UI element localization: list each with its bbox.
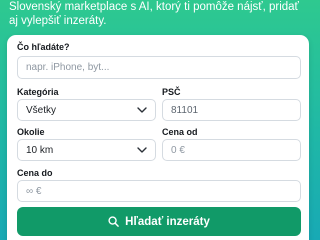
tagline: Slovenský marketplace s AI, ktorý ti pom…	[9, 1, 299, 27]
radius-select[interactable]: 10 km	[17, 139, 156, 161]
category-select-value: Všetky	[26, 104, 57, 116]
search-input[interactable]: napr. iPhone, byt...	[17, 56, 301, 79]
chevron-down-icon	[137, 145, 147, 155]
price-from-label: Cena od	[162, 127, 198, 137]
category-label: Kategória	[17, 87, 59, 97]
search-input-placeholder: napr. iPhone, byt...	[26, 62, 110, 73]
price-from-placeholder: 0 €	[171, 144, 185, 156]
postal-code-label: PSČ	[162, 87, 181, 97]
search-icon	[108, 216, 119, 227]
radius-label: Okolie	[17, 127, 45, 137]
postal-code-value: 81101	[171, 104, 199, 116]
chevron-down-icon	[137, 105, 147, 115]
price-to-placeholder: ∞ €	[26, 185, 42, 197]
category-select[interactable]: Všetky	[17, 99, 156, 121]
price-from-input[interactable]: 0 €	[162, 139, 301, 161]
postal-code-input[interactable]: 81101	[162, 99, 301, 121]
search-button-label: Hľadať inzeráty	[125, 215, 210, 228]
price-to-input[interactable]: ∞ €	[17, 180, 301, 202]
search-button[interactable]: Hľadať inzeráty	[17, 207, 301, 236]
query-label: Čo hľadáte?	[17, 42, 70, 52]
radius-select-value: 10 km	[26, 144, 54, 156]
price-to-label: Cena do	[17, 168, 53, 178]
search-card: Čo hľadáte? napr. iPhone, byt... Kategór…	[7, 35, 309, 240]
